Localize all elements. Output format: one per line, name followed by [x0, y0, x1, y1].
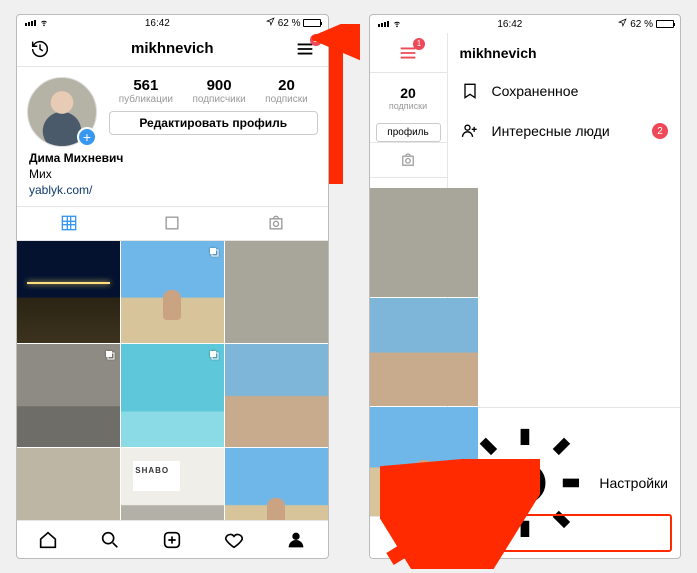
drawer-menu: Сохраненное Интересные люди 2	[448, 71, 681, 407]
post-thumb[interactable]	[17, 241, 120, 344]
post-thumb[interactable]	[370, 407, 479, 516]
posts-grid	[17, 241, 328, 521]
loc-arrow-icon	[618, 18, 627, 30]
discover-badge: 2	[652, 123, 668, 139]
post-thumb[interactable]	[121, 448, 224, 520]
nav-profile[interactable]	[370, 517, 448, 558]
status-bar: 16:42 62 %	[17, 15, 328, 31]
nav-home[interactable]	[17, 521, 79, 558]
bottom-nav	[17, 520, 328, 558]
menu-badge: 1	[310, 34, 322, 46]
post-thumb[interactable]	[370, 188, 479, 297]
profile-top: + 561 публикации 900 подписчики 20 подпи…	[17, 67, 328, 151]
wifi-icon	[392, 18, 402, 30]
edit-profile-fragment[interactable]: профиль	[376, 123, 441, 142]
profile-sliver: 1 20 подписки профиль	[370, 33, 448, 558]
menu-badge: 1	[413, 38, 425, 50]
menu-item-saved[interactable]: Сохраненное	[448, 71, 681, 111]
bio-name: Дима Михневич	[29, 151, 316, 167]
stat-followers[interactable]: 900 подписчики	[192, 77, 245, 105]
menu-item-discover[interactable]: Интересные люди 2	[448, 111, 681, 151]
status-time: 16:42	[497, 19, 522, 30]
bio-sub: Мих	[29, 167, 316, 183]
post-thumb[interactable]	[225, 448, 328, 520]
side-drawer: mikhnevich Сохраненное Интересные люди 2…	[448, 33, 681, 558]
nav-add[interactable]	[141, 521, 203, 558]
status-bar: 16:42 62 %	[370, 15, 681, 33]
left-phone: 16:42 62 % mikhnevich 1 + 561 пу	[16, 14, 329, 559]
stat-posts[interactable]: 561 публикации	[119, 77, 173, 105]
nav-search[interactable]	[79, 521, 141, 558]
battery-icon	[303, 19, 321, 27]
menu-button[interactable]: 1	[395, 40, 421, 66]
tab-tagged[interactable]	[224, 207, 328, 239]
profile-tabs	[17, 206, 328, 240]
right-phone: 16:42 62 % 1 20 подписки профиль	[369, 14, 682, 559]
archive-icon[interactable]	[27, 36, 53, 62]
nav-activity[interactable]	[203, 521, 265, 558]
wifi-icon	[39, 17, 49, 29]
post-thumb[interactable]	[370, 298, 479, 407]
battery-icon	[656, 20, 674, 28]
post-thumb[interactable]	[17, 448, 120, 520]
post-thumb[interactable]	[17, 344, 120, 447]
battery-pct: 62 %	[630, 19, 653, 30]
stat-following[interactable]: 20 подписки	[265, 77, 308, 105]
tab-grid[interactable]	[17, 207, 121, 239]
menu-label: Интересные люди	[492, 123, 610, 139]
username-title[interactable]: mikhnevich	[131, 40, 214, 57]
menu-button[interactable]: 1	[292, 36, 318, 62]
carousel-icon	[208, 245, 220, 257]
tab-feed[interactable]	[121, 207, 225, 239]
edit-profile-button[interactable]: Редактировать профиль	[109, 111, 318, 135]
profile-header: mikhnevich 1	[17, 31, 328, 67]
bio: Дима Михневич Мих yablyk.com/	[17, 151, 328, 206]
carousel-icon	[104, 348, 116, 360]
avatar[interactable]: +	[27, 77, 97, 147]
cell-signal-icon	[378, 21, 389, 27]
settings-label: Настройки	[599, 475, 668, 491]
nav-profile[interactable]	[265, 521, 327, 558]
bio-link[interactable]: yablyk.com/	[29, 183, 316, 199]
menu-label: Сохраненное	[492, 83, 579, 99]
post-thumb[interactable]	[121, 241, 224, 344]
tab-tagged[interactable]	[370, 142, 447, 178]
stat-following-sliver[interactable]: 20 подписки	[370, 73, 447, 123]
battery-pct: 62 %	[278, 18, 301, 29]
post-thumb[interactable]	[121, 344, 224, 447]
drawer-username: mikhnevich	[448, 33, 681, 71]
post-thumb[interactable]	[225, 241, 328, 344]
carousel-icon	[208, 348, 220, 360]
cell-signal-icon	[25, 20, 36, 26]
status-time: 16:42	[145, 18, 170, 29]
menu-item-settings[interactable]: Настройки	[448, 407, 681, 558]
post-thumb[interactable]	[225, 344, 328, 447]
loc-arrow-icon	[266, 17, 275, 29]
